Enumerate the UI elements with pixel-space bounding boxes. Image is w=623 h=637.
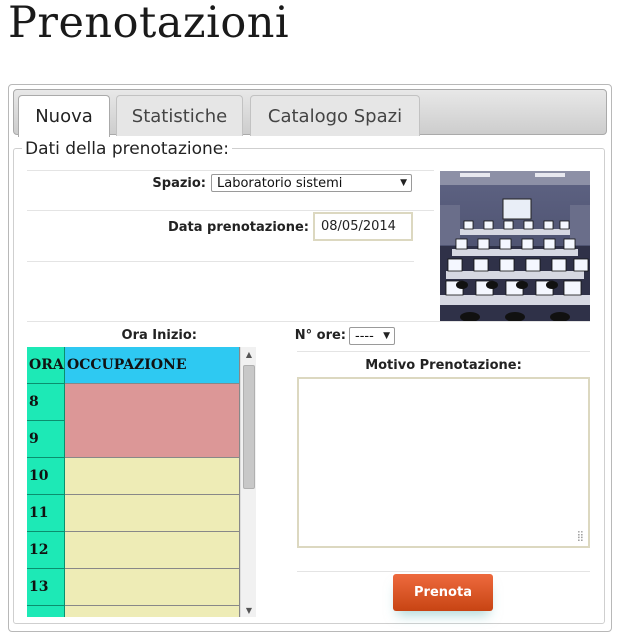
- free-cell[interactable]: [65, 606, 240, 617]
- fieldset-legend: Dati della prenotazione:: [22, 139, 232, 159]
- free-cell[interactable]: [65, 532, 240, 569]
- motivo-textarea[interactable]: ⣿: [297, 377, 590, 548]
- hour-cell: 12: [27, 532, 65, 569]
- divider: [27, 321, 590, 322]
- free-cell[interactable]: [65, 458, 240, 495]
- scroll-thumb[interactable]: [243, 365, 255, 489]
- tab-bar: Nuova Statistiche Catalogo Spazi: [13, 89, 607, 137]
- occupied-cell[interactable]: [65, 384, 240, 421]
- motivo-label: Motivo Prenotazione:: [365, 358, 522, 373]
- spazio-select-value: Laboratorio sistemi: [217, 175, 343, 191]
- hour-cell: 8: [27, 384, 65, 421]
- num-ore-select[interactable]: ---- ▼: [349, 327, 395, 345]
- divider: [27, 210, 434, 211]
- hour-cell: 11: [27, 495, 65, 532]
- num-ore-value: ----: [355, 328, 374, 344]
- caret-down-icon: ▼: [400, 178, 407, 188]
- resize-grip-icon[interactable]: ⣿: [577, 532, 584, 542]
- hour-cell: 10: [27, 458, 65, 495]
- divider: [27, 261, 414, 262]
- hour-cell: 13: [27, 569, 65, 606]
- num-ore-label: N° ore:: [294, 328, 346, 343]
- ora-inizio-label: Ora Inizio:: [121, 328, 197, 343]
- tab-catalogo-spazi[interactable]: Catalogo Spazi: [250, 95, 420, 136]
- room-photo: [440, 171, 590, 321]
- hour-cell: 9: [27, 421, 65, 458]
- grid-scrollbar[interactable]: ▲ ▼: [240, 347, 256, 617]
- spazio-label: Spazio:: [152, 176, 206, 191]
- data-prenotazione-input[interactable]: 08/05/2014: [313, 212, 413, 241]
- arrow-down-icon[interactable]: ▼: [241, 603, 257, 617]
- tab-nuova[interactable]: Nuova: [18, 95, 110, 137]
- occupied-cell[interactable]: [65, 421, 240, 458]
- header-occupazione: OCCUPAZIONE: [65, 347, 240, 384]
- prenota-button[interactable]: Prenota: [393, 574, 493, 611]
- divider: [297, 571, 590, 572]
- divider: [297, 351, 590, 352]
- caret-down-icon: ▼: [383, 331, 390, 341]
- classroom-image: [440, 171, 590, 321]
- hour-cell: [27, 606, 65, 617]
- header-ora: ORA: [27, 347, 65, 384]
- hours-grid: ORA OCCUPAZIONE 8 9 10 11 12 13: [27, 347, 256, 617]
- free-cell[interactable]: [65, 495, 240, 532]
- free-cell[interactable]: [65, 569, 240, 606]
- data-prenotazione-label: Data prenotazione:: [167, 220, 309, 235]
- tab-statistiche[interactable]: Statistiche: [116, 95, 243, 136]
- page-title: Prenotazioni: [8, 0, 290, 48]
- divider: [27, 170, 434, 171]
- spazio-select[interactable]: Laboratorio sistemi ▼: [211, 174, 412, 192]
- arrow-up-icon[interactable]: ▲: [241, 347, 257, 361]
